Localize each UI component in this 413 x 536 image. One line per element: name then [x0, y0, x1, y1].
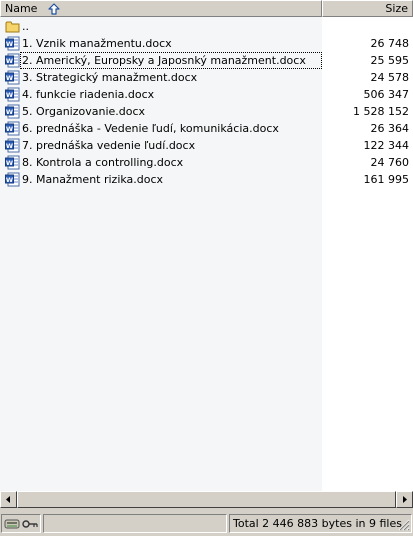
arrow-left-icon [6, 496, 10, 503]
svg-text:W: W [6, 40, 13, 48]
file-name: 6. prednáška - Vedenie ľudí, komunikácia… [22, 122, 279, 135]
size-column-label: Size [385, 2, 408, 15]
svg-text:W: W [6, 74, 13, 82]
word-document-icon: W [5, 172, 20, 187]
sort-ascending-arrow-icon [48, 3, 60, 15]
name-column-header[interactable]: Name [0, 0, 322, 17]
file-size: 506 347 [363, 88, 410, 101]
file-size: 1 528 152 [353, 105, 409, 118]
svg-text:W: W [6, 176, 13, 184]
svg-text:W: W [6, 57, 13, 65]
word-document-icon: W [5, 155, 20, 170]
summary-text: Total 2 446 883 bytes in 9 files [233, 517, 402, 530]
scroll-left-button[interactable] [0, 491, 17, 508]
file-size: 24 578 [370, 71, 410, 84]
svg-text:W: W [6, 159, 13, 167]
file-row[interactable]: W 5. Organizovanie.docx 1 528 152 [0, 103, 413, 120]
word-document-icon: W [5, 70, 20, 85]
file-row[interactable]: W 9. Manažment rizika.docx 161 995 [0, 171, 413, 188]
file-size: 24 760 [370, 156, 410, 169]
file-size: 122 344 [363, 139, 410, 152]
file-row[interactable]: W 7. prednáška vedenie ľudí.docx 122 344 [0, 137, 413, 154]
file-name: 5. Organizovanie.docx [22, 105, 146, 118]
word-document-icon: W [5, 87, 20, 102]
file-name: 3. Strategický manažment.docx [22, 71, 198, 84]
arrow-right-icon [403, 496, 407, 503]
name-column-label: Name [5, 2, 38, 15]
file-size: 26 748 [370, 37, 410, 50]
resize-grip-icon[interactable] [398, 519, 410, 531]
file-name: 9. Manažment rizika.docx [22, 173, 164, 186]
size-column-header[interactable]: Size [322, 0, 413, 17]
scroll-right-button[interactable] [396, 491, 413, 508]
column-header: Name Size [0, 0, 413, 17]
parent-directory-row[interactable]: .. [0, 18, 413, 35]
drive-panel[interactable] [1, 514, 41, 533]
scrollbar-thumb[interactable] [17, 491, 396, 508]
selection-info-panel [43, 514, 227, 533]
file-size: 161 995 [363, 173, 410, 186]
word-document-icon: W [5, 121, 20, 136]
file-list[interactable]: .. W 1. Vznik manažmentu.docx 26 748 W 2… [0, 17, 413, 491]
file-size: 25 595 [370, 54, 410, 67]
file-row[interactable]: W 6. prednáška - Vedenie ľudí, komunikác… [0, 120, 413, 137]
file-row[interactable]: W 3. Strategický manažment.docx 24 578 [0, 69, 413, 86]
word-document-icon: W [5, 53, 20, 68]
file-size: 26 364 [370, 122, 410, 135]
horizontal-scrollbar[interactable] [0, 491, 413, 508]
file-row[interactable]: W 4. funkcie riadenia.docx 506 347 [0, 86, 413, 103]
file-name: 2. Americký, Europsky a Japosnký manažme… [22, 54, 306, 67]
file-name: 8. Kontrola a controlling.docx [22, 156, 184, 169]
svg-text:W: W [6, 91, 13, 99]
file-name: 1. Vznik manažmentu.docx [22, 37, 172, 50]
file-row[interactable]: W 1. Vznik manažmentu.docx 26 748 [0, 35, 413, 52]
word-document-icon: W [5, 104, 20, 119]
svg-text:W: W [6, 108, 13, 116]
file-row[interactable]: W 2. Americký, Europsky a Japosnký manaž… [0, 52, 413, 69]
svg-text:W: W [6, 142, 13, 150]
summary-panel: Total 2 446 883 bytes in 9 files [229, 514, 412, 533]
file-name: 4. funkcie riadenia.docx [22, 88, 155, 101]
file-row[interactable]: W 8. Kontrola a controlling.docx 24 760 [0, 154, 413, 171]
parent-directory-label: .. [22, 20, 29, 33]
word-document-icon: W [5, 36, 20, 51]
folder-icon [5, 21, 20, 33]
svg-text:W: W [6, 125, 13, 133]
word-document-icon: W [5, 138, 20, 153]
status-bar: Total 2 446 883 bytes in 9 files [0, 512, 413, 536]
network-key-icon [22, 520, 38, 528]
file-name: 7. prednáška vedenie ľudí.docx [22, 139, 196, 152]
